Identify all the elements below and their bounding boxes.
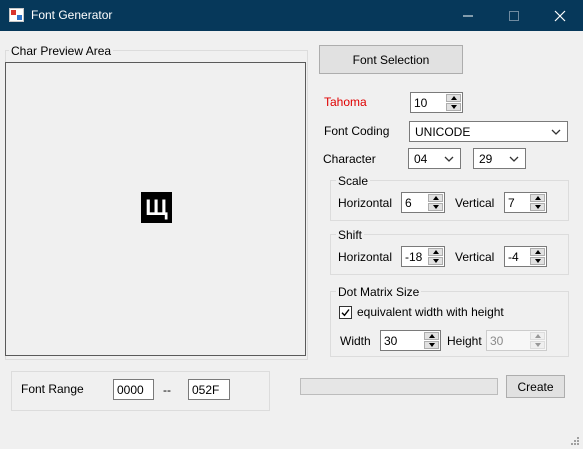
preview-glyph: Щ <box>141 192 172 223</box>
matrix-width-up-button[interactable] <box>424 332 439 340</box>
scale-horizontal-down-button[interactable] <box>428 203 443 211</box>
chevron-down-icon <box>429 343 435 347</box>
scale-vertical-stepper[interactable]: 7 <box>504 192 547 213</box>
character-label: Character <box>323 152 376 166</box>
close-button[interactable] <box>537 0 583 31</box>
equivalent-size-label[interactable]: equivalent width with height <box>357 305 504 320</box>
maximize-button <box>491 0 537 31</box>
chevron-down-icon <box>509 156 519 162</box>
chevron-down-icon <box>535 343 541 347</box>
matrix-height-value: 30 <box>490 334 504 348</box>
chevron-up-icon <box>433 250 439 254</box>
close-icon <box>554 10 566 22</box>
font-coding-label: Font Coding <box>324 124 390 138</box>
shift-horizontal-down-button[interactable] <box>428 257 443 265</box>
character-low-value: 29 <box>479 152 493 166</box>
scale-horizontal-spin-buttons[interactable] <box>428 194 443 211</box>
dot-matrix-size-group-label: Dot Matrix Size <box>336 285 422 299</box>
font-range-label: Font Range <box>21 382 84 396</box>
chevron-down-icon <box>551 129 561 135</box>
matrix-width-label: Width <box>340 334 371 348</box>
preview-group-label: Char Preview Area <box>9 44 114 58</box>
shift-horizontal-value: -18 <box>405 250 423 264</box>
shift-vertical-down-button[interactable] <box>530 257 545 265</box>
character-high-select[interactable]: 04 <box>408 148 461 169</box>
font-selection-button[interactable]: Font Selection <box>319 45 463 74</box>
scale-vertical-value: 7 <box>508 196 515 210</box>
chevron-down-icon <box>535 259 541 263</box>
matrix-height-up-button <box>530 332 545 340</box>
chevron-down-icon <box>451 105 457 109</box>
minimize-icon <box>463 15 473 17</box>
chevron-down-icon <box>433 259 439 263</box>
scale-horizontal-up-button[interactable] <box>428 194 443 202</box>
minimize-button[interactable] <box>445 0 491 31</box>
scale-horizontal-value: 6 <box>405 196 412 210</box>
matrix-width-value: 30 <box>384 334 398 348</box>
chevron-up-icon <box>429 334 435 338</box>
matrix-width-stepper[interactable]: 30 <box>380 330 441 351</box>
matrix-height-stepper: 30 <box>486 330 547 351</box>
character-high-value: 04 <box>414 152 428 166</box>
font-range-end-field[interactable]: 052F <box>188 379 230 400</box>
shift-vertical-stepper[interactable]: -4 <box>504 246 547 267</box>
scale-group-label: Scale <box>336 174 371 188</box>
create-button[interactable]: Create <box>506 375 565 398</box>
shift-horizontal-spin-buttons[interactable] <box>428 248 443 265</box>
shift-vertical-spin-buttons[interactable] <box>530 248 545 265</box>
chevron-down-icon <box>535 205 541 209</box>
generation-progress-bar <box>300 378 498 395</box>
chevron-up-icon <box>535 334 541 338</box>
shift-horizontal-up-button[interactable] <box>428 248 443 256</box>
font-coding-value: UNICODE <box>415 125 471 139</box>
scale-vertical-label: Vertical <box>455 196 495 210</box>
check-icon <box>341 309 350 317</box>
chevron-up-icon <box>535 196 541 200</box>
scale-vertical-spin-buttons[interactable] <box>530 194 545 211</box>
shift-horizontal-stepper[interactable]: -18 <box>401 246 445 267</box>
chevron-down-icon <box>433 205 439 209</box>
shift-group-label: Shift <box>336 228 365 242</box>
matrix-height-label: Height <box>447 334 482 348</box>
shift-vertical-label: Vertical <box>455 250 495 264</box>
shift-vertical-value: -4 <box>508 250 519 264</box>
scale-horizontal-stepper[interactable]: 6 <box>401 192 445 213</box>
scale-vertical-up-button[interactable] <box>530 194 545 202</box>
font-range-separator: -- <box>163 383 171 397</box>
matrix-width-down-button[interactable] <box>424 341 439 349</box>
equivalent-size-checkbox[interactable] <box>339 306 352 319</box>
character-low-select[interactable]: 29 <box>473 148 526 169</box>
chevron-down-icon <box>444 156 454 162</box>
chevron-up-icon <box>451 96 457 100</box>
font-size-spin-buttons[interactable] <box>446 94 461 111</box>
maximize-icon <box>509 11 519 21</box>
window-title: Font Generator <box>31 8 113 22</box>
shift-horizontal-label: Horizontal <box>338 250 393 264</box>
matrix-height-spin-buttons <box>530 332 545 349</box>
font-coding-select[interactable]: UNICODE <box>409 121 568 142</box>
font-size-value: 10 <box>414 96 428 110</box>
chevron-up-icon <box>433 196 439 200</box>
font-size-down-button[interactable] <box>446 103 461 111</box>
chevron-up-icon <box>535 250 541 254</box>
scale-horizontal-label: Horizontal <box>338 196 393 210</box>
font-range-start-field[interactable]: 0000 <box>113 379 154 400</box>
font-size-stepper[interactable]: 10 <box>410 92 463 113</box>
resize-grip-icon[interactable] <box>568 434 580 446</box>
app-icon <box>9 8 24 22</box>
matrix-height-down-button <box>530 341 545 349</box>
font-size-up-button[interactable] <box>446 94 461 102</box>
matrix-width-spin-buttons[interactable] <box>424 332 439 349</box>
character-preview-area: Щ <box>5 62 306 356</box>
title-bar[interactable]: Font Generator <box>0 0 583 31</box>
font-name-label: Tahoma <box>324 95 367 109</box>
shift-vertical-up-button[interactable] <box>530 248 545 256</box>
scale-vertical-down-button[interactable] <box>530 203 545 211</box>
